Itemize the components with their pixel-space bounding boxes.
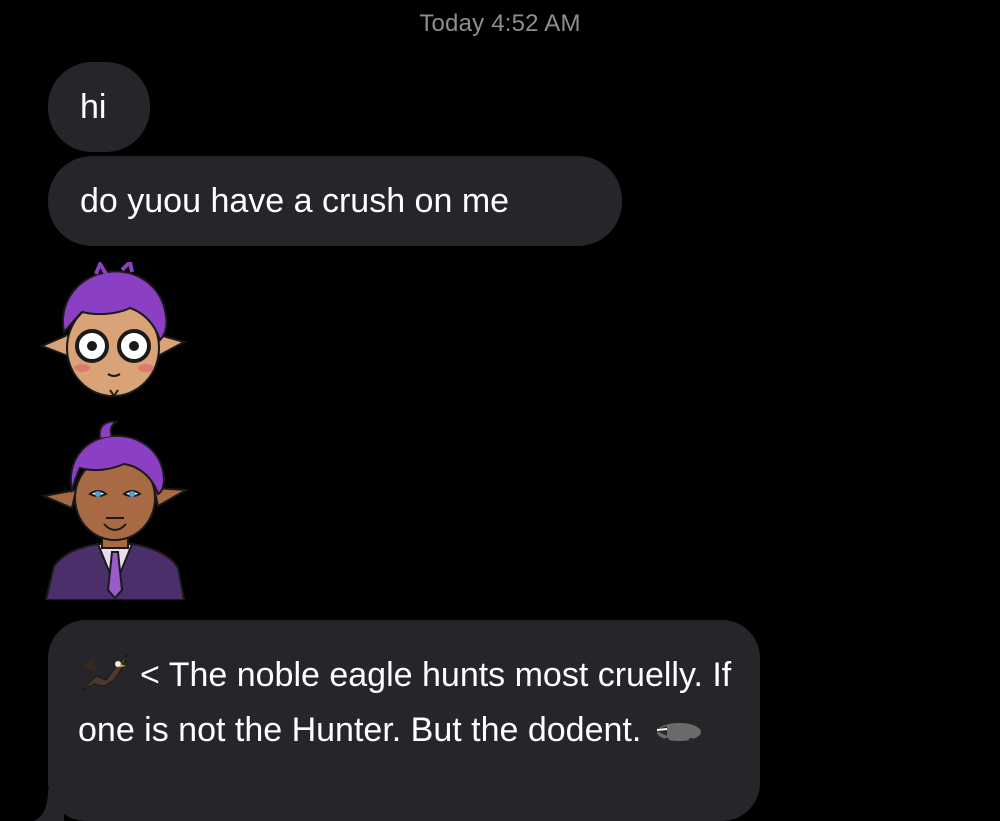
message-text: < The noble eagle hunts most cruelly. If…: [78, 656, 732, 749]
eagle-icon: [81, 653, 129, 691]
message-bubble-hi[interactable]: hi: [48, 62, 150, 152]
message-bubble-eagle[interactable]: < The noble eagle hunts most cruelly. If…: [48, 620, 760, 821]
suited-elf-sticker[interactable]: [40, 418, 190, 600]
message-bubble-crush[interactable]: do yuou have a crush on me: [48, 156, 622, 246]
message-text: hi: [80, 88, 107, 126]
badger-icon: [655, 723, 702, 744]
message-timestamp: Today 4:52 AM: [419, 10, 581, 37]
surprised-elf-sticker[interactable]: [38, 262, 188, 402]
message-text: do yuou have a crush on me: [80, 182, 510, 220]
